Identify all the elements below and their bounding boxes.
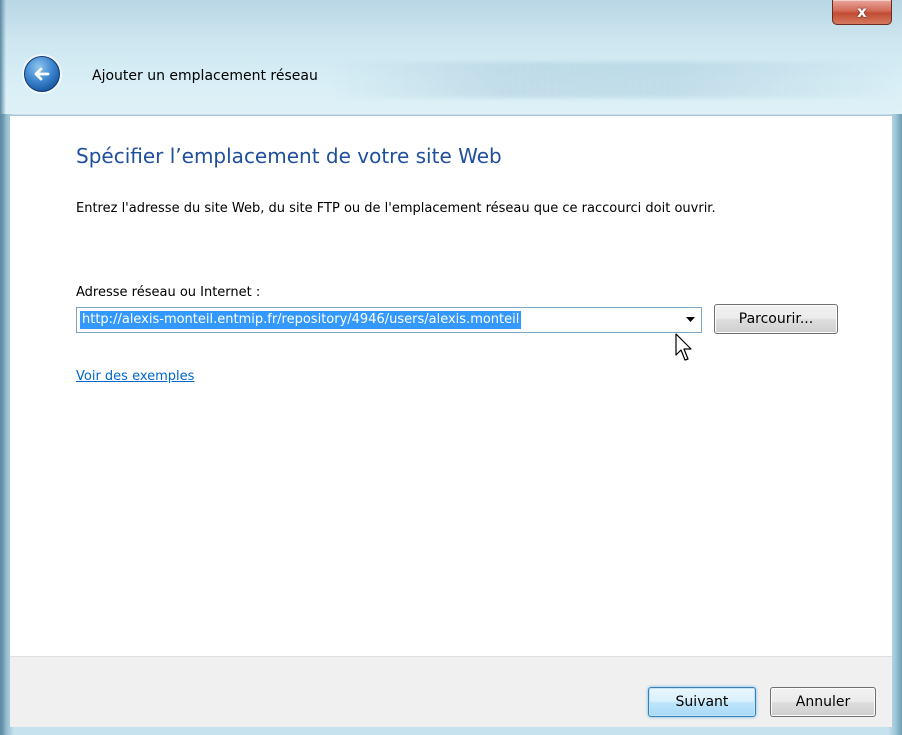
wizard-content: Spécifier l’emplacement de votre site We… [10, 115, 892, 656]
back-arrow-icon [34, 67, 50, 81]
dialog-window: x Ajouter un emplacement réseau Spécifie… [0, 0, 902, 735]
mouse-cursor-icon [675, 333, 692, 361]
title-bar-glass-effect [330, 62, 902, 98]
back-button[interactable] [24, 56, 60, 92]
address-input-value[interactable]: http://alexis-monteil.entmip.fr/reposito… [80, 311, 522, 329]
chevron-down-icon [685, 317, 695, 322]
window-left-edge [0, 0, 6, 735]
browse-button[interactable]: Parcourir... [714, 304, 838, 334]
close-icon: x [857, 3, 867, 21]
address-label: Adresse réseau ou Internet : [76, 285, 261, 300]
wizard-title: Ajouter un emplacement réseau [92, 68, 318, 84]
instruction-text: Entrez l'adresse du site Web, du site FT… [76, 201, 716, 216]
page-heading: Spécifier l’emplacement de votre site We… [76, 144, 502, 168]
cancel-button[interactable]: Annuler [770, 687, 876, 717]
wizard-footer: Suivant Annuler [10, 656, 892, 727]
address-combobox[interactable]: http://alexis-monteil.entmip.fr/reposito… [76, 307, 702, 333]
examples-link[interactable]: Voir des exemples [76, 369, 194, 384]
next-button[interactable]: Suivant [648, 687, 756, 717]
close-button[interactable]: x [832, 0, 892, 25]
dropdown-button[interactable] [679, 308, 701, 332]
